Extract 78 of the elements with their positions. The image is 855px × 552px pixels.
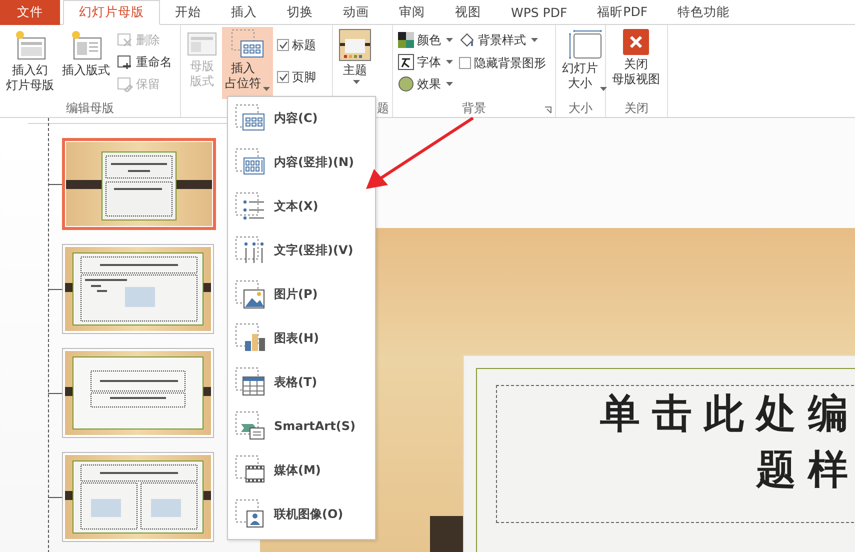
paint-bucket-icon [459, 32, 475, 48]
slide-thumbnail[interactable] [62, 244, 214, 334]
ribbon-tab[interactable]: 开始 [160, 0, 216, 25]
slide-thumbnail[interactable] [62, 138, 216, 230]
preserve-icon [117, 76, 133, 92]
menu-item[interactable]: SmartArt(S) [228, 404, 375, 448]
slide-thumbnail[interactable] [62, 348, 214, 438]
new-layout-icon [70, 29, 102, 61]
checkbox[interactable] [277, 71, 289, 83]
background-styles-dropdown[interactable]: 背景样式 [457, 29, 548, 51]
slide-thumbnail[interactable] [62, 452, 214, 542]
colors-dropdown[interactable]: 颜色 [396, 29, 455, 51]
close-icon [623, 29, 649, 55]
rename-button[interactable]: 重命名 [115, 51, 174, 73]
chart-placeholder-icon [235, 323, 266, 354]
placeholder-icon [230, 29, 264, 59]
group-label: 背景 [462, 100, 486, 116]
color-palette-icon [398, 32, 414, 48]
new-slide-icon [14, 29, 46, 61]
caret-icon [352, 80, 360, 84]
effects-icon [398, 76, 414, 92]
ribbon-tab[interactable]: 切换 [272, 0, 328, 25]
smartart-placeholder-icon [235, 411, 266, 442]
checkbox[interactable] [459, 57, 471, 69]
caret-icon [446, 38, 453, 42]
ribbon-tab[interactable]: 插入 [216, 0, 272, 25]
delete-icon [117, 32, 133, 48]
menu-item[interactable]: 图表(H) [228, 316, 375, 360]
insert-placeholder-button[interactable]: 插入 占位符 [222, 27, 273, 99]
caret-icon [600, 87, 607, 91]
table-placeholder-icon [235, 367, 266, 398]
media-placeholder-icon [235, 455, 266, 486]
online-picture-placeholder-icon [235, 499, 266, 530]
ribbon-tab[interactable]: 审阅 [384, 0, 440, 25]
picture-placeholder-icon [235, 280, 266, 310]
ribbon-tab[interactable]: 特色功能 [662, 0, 745, 25]
group-label: 关闭 [624, 100, 648, 116]
font-icon [398, 54, 414, 70]
checkbox-label: 标题 [292, 36, 316, 54]
theme-button[interactable]: 主题 [336, 27, 374, 99]
caret-icon [263, 87, 270, 91]
group-label: 编辑母版 [66, 100, 114, 116]
menu-item[interactable]: 图片(P) [228, 272, 375, 317]
menu-item[interactable]: 媒体(M) [228, 448, 375, 492]
title-text: 题样 [756, 445, 855, 495]
slide-size-icon [568, 29, 602, 59]
group-label: 题 [377, 100, 389, 116]
checkbox-label: 页脚 [292, 68, 316, 86]
insert-layout-button[interactable]: 插入版式 [59, 27, 113, 99]
ribbon-tab[interactable]: 福昕PDF [582, 0, 663, 25]
text-placeholder-icon [235, 192, 266, 222]
menu-item[interactable]: 表格(T) [228, 360, 375, 404]
title-text: 单击此处编 [600, 389, 855, 439]
fonts-dropdown[interactable]: 字体 [396, 51, 455, 73]
close-master-view-button[interactable]: 关闭 母版视图 [609, 27, 663, 99]
ribbon-tab[interactable]: 幻灯片母版 [63, 0, 160, 25]
title-placeholder[interactable]: 单击此处编 题样 [496, 385, 855, 523]
insert-master-button[interactable]: 插入幻 灯片母版 [3, 27, 57, 99]
ribbon-tab[interactable]: 视图 [440, 0, 496, 25]
ribbon-tab[interactable]: 动画 [328, 0, 384, 25]
group-label: 大小 [568, 100, 592, 116]
caret-icon [446, 82, 453, 86]
file-menu-tab[interactable]: 文件 [0, 0, 60, 25]
effects-dropdown[interactable]: 效果 [396, 73, 455, 95]
dialog-launcher-icon[interactable] [544, 106, 552, 114]
caret-icon [446, 60, 453, 64]
ribbon-tab[interactable]: WPS PDF [496, 0, 582, 25]
checkbox-label: 隐藏背景图形 [474, 54, 546, 72]
rename-icon [117, 54, 133, 70]
menu-item[interactable]: 联机图像(O) [228, 492, 375, 536]
theme-preview-icon [339, 29, 371, 61]
menu-item[interactable]: 文字(竖排)(V) [228, 228, 375, 273]
menu-item[interactable]: 内容(C) [228, 97, 375, 141]
checkbox[interactable] [277, 39, 289, 51]
menu-item[interactable]: 文本(X) [228, 184, 375, 229]
text-vertical-placeholder-icon [235, 236, 266, 266]
caret-icon [531, 38, 538, 42]
slide-size-button[interactable]: 幻灯片 大小 [559, 27, 610, 99]
